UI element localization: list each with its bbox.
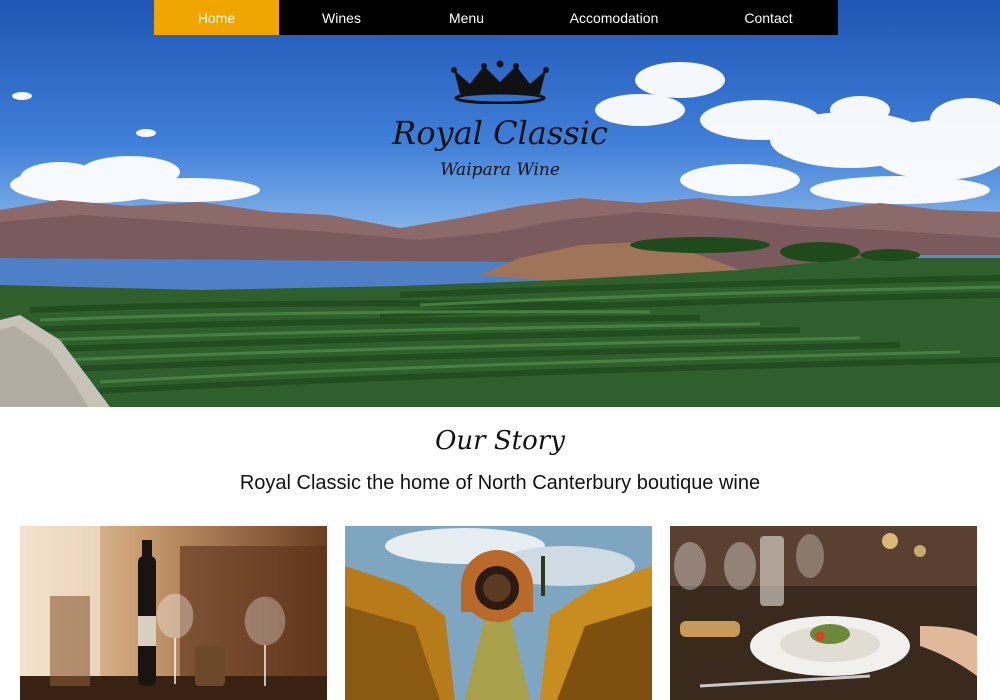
nav-item-menu[interactable]: Menu: [404, 0, 529, 35]
story-subheading: Royal Classic the home of North Canterbu…: [239, 472, 761, 494]
photo-wine-table: [20, 526, 327, 700]
nav-item-contact[interactable]: Contact: [699, 0, 838, 35]
nav-item-accomodation[interactable]: Accomodation: [529, 0, 699, 35]
nav-item-home[interactable]: Home: [154, 0, 279, 35]
crown-icon: [451, 60, 549, 104]
hero-banner: Royal Classic Waipara Wine: [0, 0, 1000, 407]
brand-title: Royal Classic: [392, 114, 608, 152]
brand-block: Royal Classic Waipara Wine: [0, 60, 1000, 180]
main-navigation: Home Wines Menu Accomodation Contact: [154, 0, 838, 35]
brand-subtitle: Waipara Wine: [440, 160, 560, 180]
story-heading: Our Story: [435, 426, 565, 456]
photo-restaurant-dish: [670, 526, 977, 700]
nav-item-wines[interactable]: Wines: [279, 0, 404, 35]
photo-barrel-vineyard: [345, 526, 652, 700]
